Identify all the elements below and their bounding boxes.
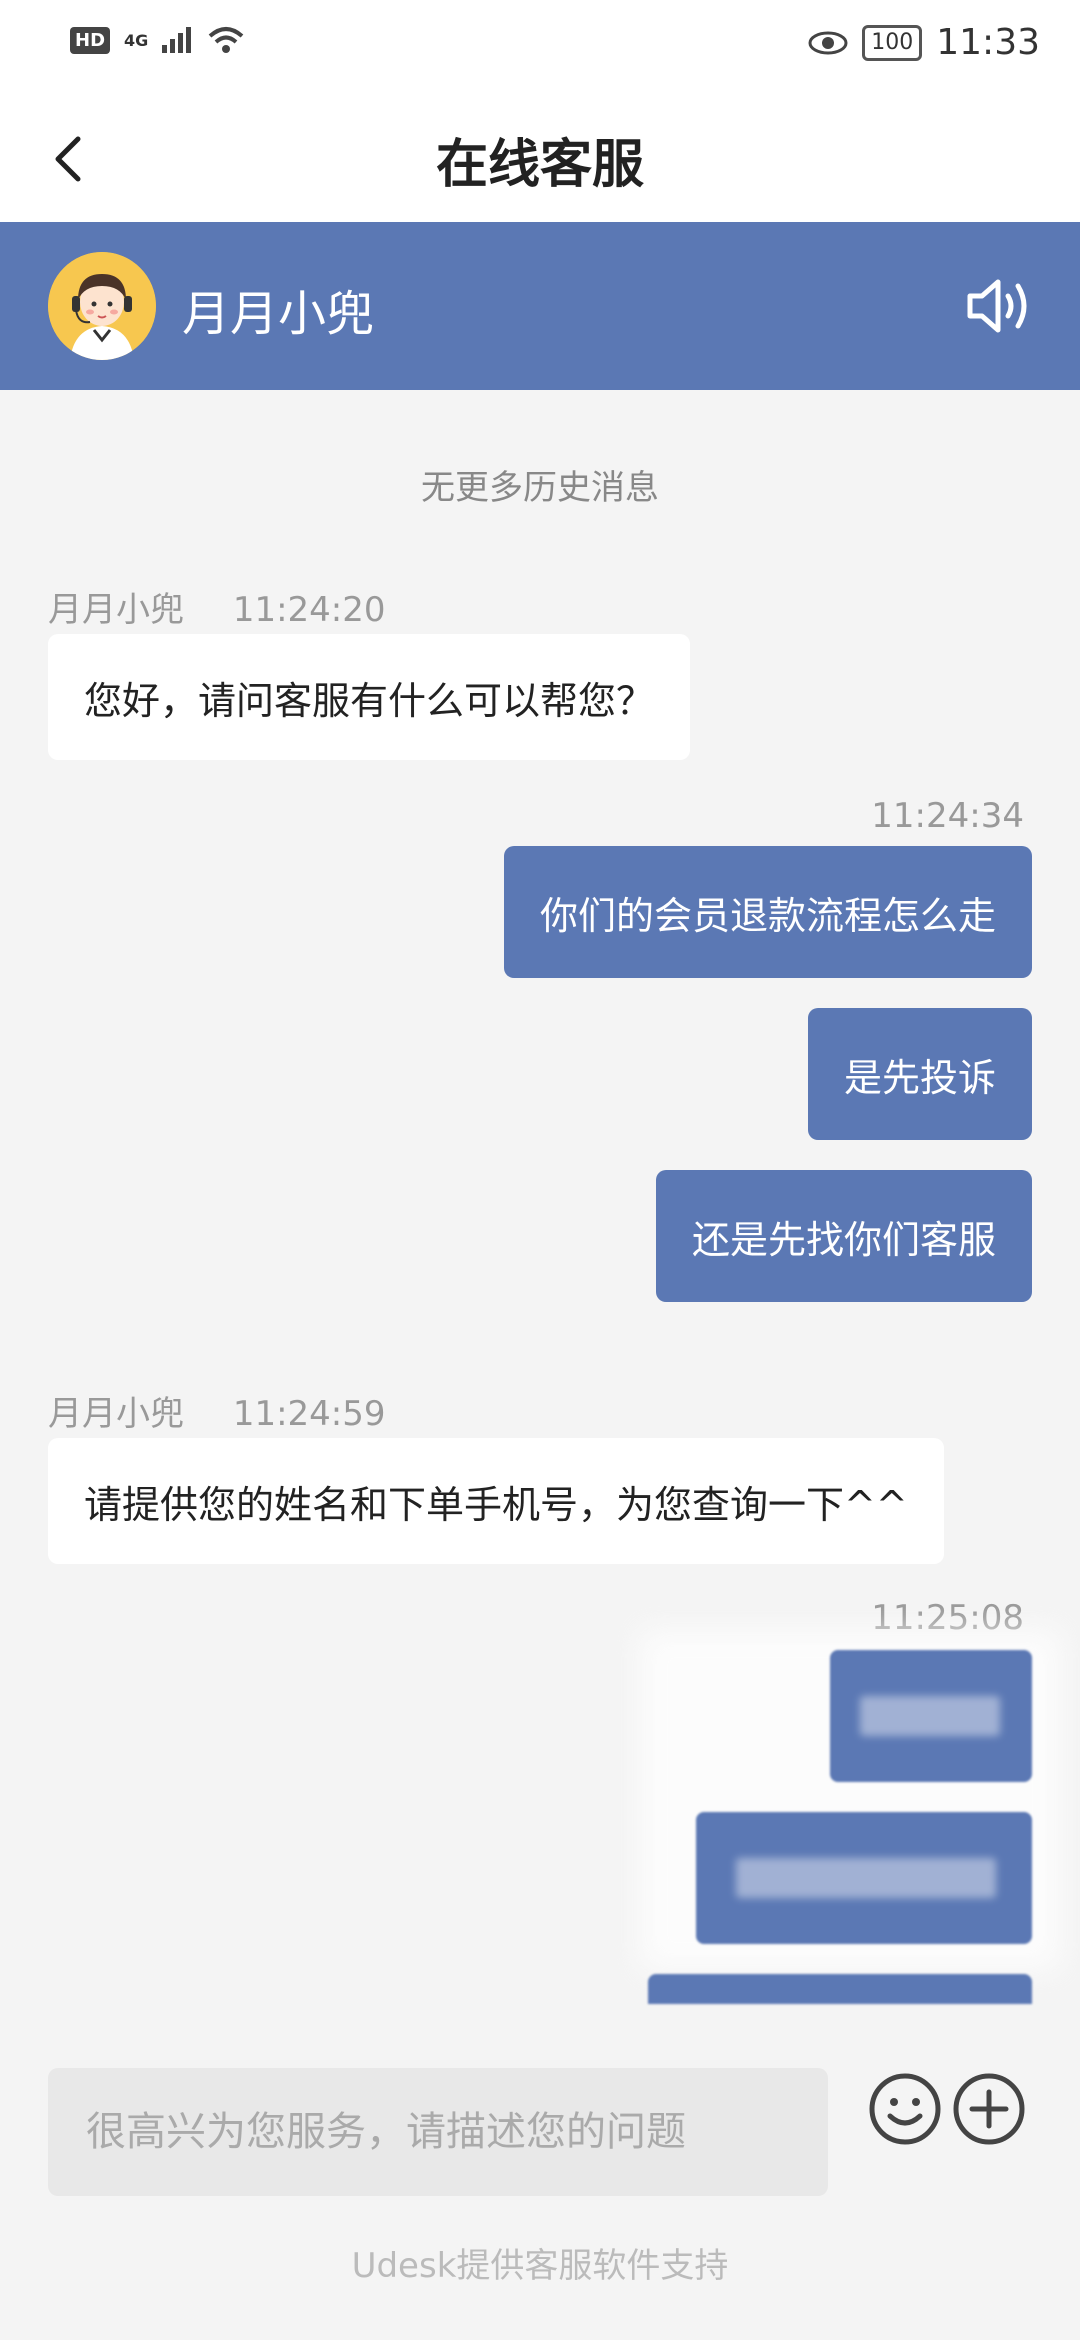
- smile-icon: [869, 2073, 941, 2145]
- redacted-message[interactable]: [830, 1650, 1032, 1782]
- page-title: 在线客服: [435, 135, 644, 195]
- outgoing-message[interactable]: 你们的会员退款流程怎么走: [503, 846, 1032, 978]
- navigation-bar: 在线客服: [0, 96, 1080, 222]
- composer: Udesk提供客服软件支持: [0, 2042, 1080, 2340]
- agent-name: 月月小兜: [182, 286, 375, 342]
- message-text: 请提供您的姓名和下单手机号，为您查询一下^^: [84, 1482, 908, 1527]
- speaker-icon: [967, 279, 1027, 333]
- add-button[interactable]: [952, 2072, 1026, 2146]
- emoji-button[interactable]: [868, 2072, 942, 2146]
- message-meta: 月月小兜 11:24:20: [48, 582, 386, 631]
- incoming-message[interactable]: 您好，请问客服有什么可以帮您？: [48, 634, 691, 760]
- redacted-text: [736, 1858, 996, 1898]
- redacted-text: [860, 1696, 1000, 1736]
- outgoing-message[interactable]: 还是先找你们客服: [655, 1170, 1032, 1302]
- redacted-message[interactable]: [696, 1812, 1032, 1944]
- incoming-message[interactable]: 请提供您的姓名和下单手机号，为您查询一下^^: [48, 1438, 944, 1564]
- message-time: 11:24:20: [232, 590, 386, 630]
- status-time: 11:33: [936, 22, 1040, 63]
- message-text: 你们的会员退款流程怎么走: [539, 893, 996, 938]
- redacted-message[interactable]: [648, 1974, 1032, 2004]
- agent-header: 月月小兜: [0, 222, 1080, 390]
- message-time: 11:24:59: [232, 1394, 386, 1434]
- message-text: 是先投诉: [843, 1055, 996, 1100]
- sender-name: 月月小兜: [48, 1394, 184, 1434]
- eye-icon: [808, 31, 848, 54]
- battery-indicator: 100: [862, 24, 923, 61]
- signal-icon: [162, 27, 192, 53]
- history-note: 无更多历史消息: [421, 468, 659, 508]
- agent-avatar-illustration: [48, 252, 156, 360]
- network-4g-icon: 4G: [124, 30, 149, 50]
- hd-badge: HD: [70, 26, 111, 54]
- agent-avatar: [48, 252, 156, 360]
- message-meta: 月月小兜 11:24:59: [48, 1386, 386, 1435]
- message-text: 还是先找你们客服: [691, 1217, 996, 1262]
- sender-name: 月月小兜: [48, 590, 184, 630]
- message-input[interactable]: [48, 2068, 828, 2196]
- message-text: 您好，请问客服有什么可以帮您？: [84, 678, 655, 723]
- powered-by-note: Udesk提供客服软件支持: [351, 2246, 729, 2286]
- message-time: 11:24:34: [871, 796, 1024, 836]
- status-bar: HD 4G 100 11:33: [0, 0, 1080, 96]
- speaker-button[interactable]: [964, 274, 1034, 338]
- plus-circle-icon: [953, 2073, 1025, 2145]
- wifi-icon: [208, 27, 244, 53]
- outgoing-message[interactable]: 是先投诉: [807, 1008, 1032, 1140]
